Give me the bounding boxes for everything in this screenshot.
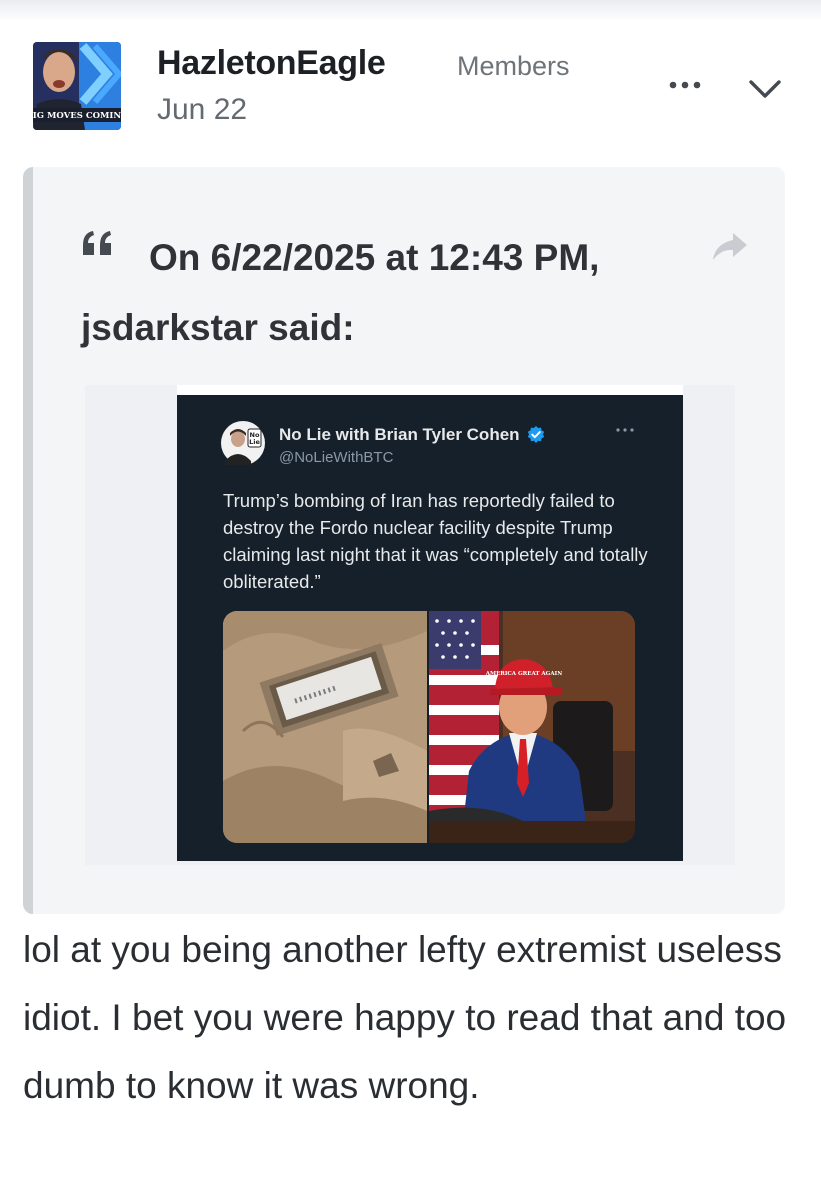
quote-bar — [23, 167, 33, 914]
ellipsis-icon — [669, 81, 701, 89]
post-menu-button[interactable] — [746, 74, 784, 104]
post-body-text: lol at you being another lefty extremist… — [23, 929, 787, 1106]
share-arrow-icon — [713, 233, 747, 260]
avatar-image: BIG MOVES COMING — [33, 42, 121, 130]
more-options-button[interactable] — [666, 70, 706, 100]
verified-badge-icon — [527, 426, 545, 443]
tweet-avatar: No Lie — [221, 421, 265, 465]
avatar-caption: BIG MOVES COMING — [33, 111, 121, 121]
tweet-display-name: No Lie with Brian Tyler Cohen — [279, 425, 520, 444]
svg-text:Lie: Lie — [249, 438, 260, 446]
quote-block: On 6/22/2025 at 12:43 PM, jsdarkstar sai… — [23, 167, 785, 914]
member-group: Members — [457, 51, 570, 81]
author-avatar[interactable]: BIG MOVES COMING — [33, 42, 121, 130]
author-name[interactable]: HazletonEagle — [157, 44, 386, 83]
tweet-text: Trump’s bombing of Iran has reportedly f… — [223, 490, 648, 592]
post-date[interactable]: Jun 22 — [157, 93, 247, 127]
tweet-handle: @NoLieWithBTC — [279, 449, 394, 466]
embedded-tweet-image[interactable]: No Lie No Lie with Brian Tyler Cohen @No… — [177, 395, 683, 861]
quote-citation[interactable]: On 6/22/2025 at 12:43 PM, jsdarkstar sai… — [81, 223, 701, 363]
top-fade — [0, 0, 821, 22]
hat-text: AMERICA GREAT AGAIN — [485, 671, 563, 677]
tweet-media: AMERICA GREAT AGAIN — [223, 611, 635, 843]
tweet-ellipsis-icon — [616, 428, 634, 432]
embedded-image-top-strip — [177, 385, 683, 395]
go-to-quoted-post-button[interactable] — [709, 229, 751, 265]
citation-text: On 6/22/2025 at 12:43 PM, jsdarkstar sai… — [81, 237, 600, 348]
chevron-down-icon — [749, 80, 781, 98]
